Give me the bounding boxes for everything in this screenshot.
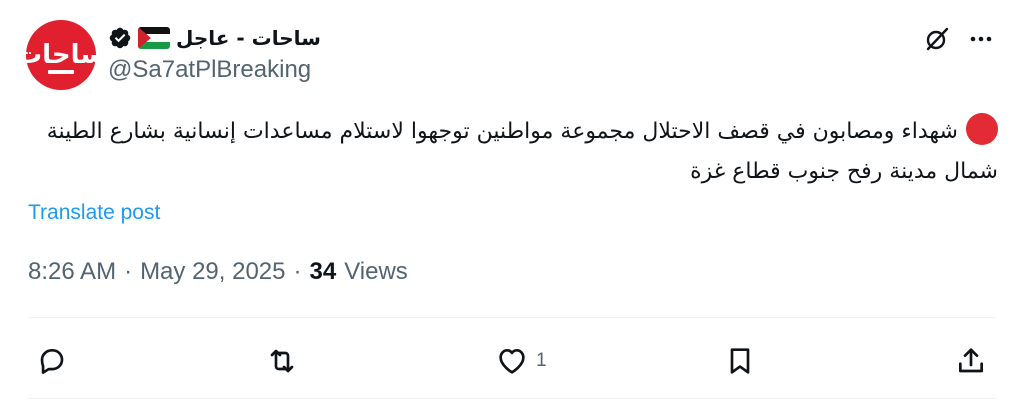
meta-separator: · bbox=[293, 258, 302, 285]
like-count: 1 bbox=[536, 350, 547, 371]
tweet-date[interactable]: May 29, 2025 bbox=[140, 258, 285, 286]
share-button[interactable] bbox=[955, 336, 987, 386]
author-handle[interactable]: @Sa7atPlBreaking bbox=[108, 56, 311, 84]
author-name-row[interactable]: ساحات - عاجل bbox=[108, 22, 321, 54]
bookmark-icon bbox=[730, 348, 750, 374]
share-icon bbox=[959, 348, 983, 373]
tweet-time[interactable]: 8:26 AM bbox=[28, 258, 116, 286]
avatar-logo: ساحات bbox=[16, 40, 106, 70]
repost-button[interactable] bbox=[266, 336, 298, 386]
reply-icon bbox=[40, 349, 64, 374]
tweet-meta: 8:26 AM · May 29, 2025 · 34 Views bbox=[28, 258, 408, 286]
heart-icon bbox=[499, 349, 525, 374]
views-count: 34 bbox=[309, 258, 337, 285]
translate-post-link[interactable]: Translate post bbox=[28, 201, 160, 225]
bookmark-button[interactable] bbox=[724, 336, 756, 386]
divider bbox=[28, 317, 996, 318]
grok-icon[interactable] bbox=[922, 24, 952, 54]
action-bar: 1 bbox=[0, 336, 1024, 386]
reply-button[interactable] bbox=[36, 336, 68, 386]
grok-glyph bbox=[926, 27, 949, 51]
more-dots bbox=[970, 36, 992, 42]
more-options-icon[interactable] bbox=[966, 24, 996, 54]
meta-separator: · bbox=[124, 258, 133, 285]
like-button[interactable]: 1 bbox=[496, 336, 547, 386]
avatar[interactable]: ساحات bbox=[16, 20, 106, 90]
tweet-text-block: شهداء ومصابون في قصف الاحتلال مجموعة موا… bbox=[18, 112, 998, 192]
avatar-logo-bar bbox=[48, 70, 74, 74]
author-display-name: ساحات - عاجل bbox=[176, 26, 321, 50]
tweet-text: شهداء ومصابون في قصف الاحتلال مجموعة موا… bbox=[46, 119, 998, 184]
verified-badge-icon bbox=[109, 27, 131, 49]
red-circle-emoji-icon bbox=[966, 113, 998, 145]
divider bbox=[28, 398, 996, 399]
repost-icon bbox=[270, 349, 294, 373]
palestine-flag-icon bbox=[138, 27, 170, 49]
views-label: Views bbox=[344, 258, 408, 285]
